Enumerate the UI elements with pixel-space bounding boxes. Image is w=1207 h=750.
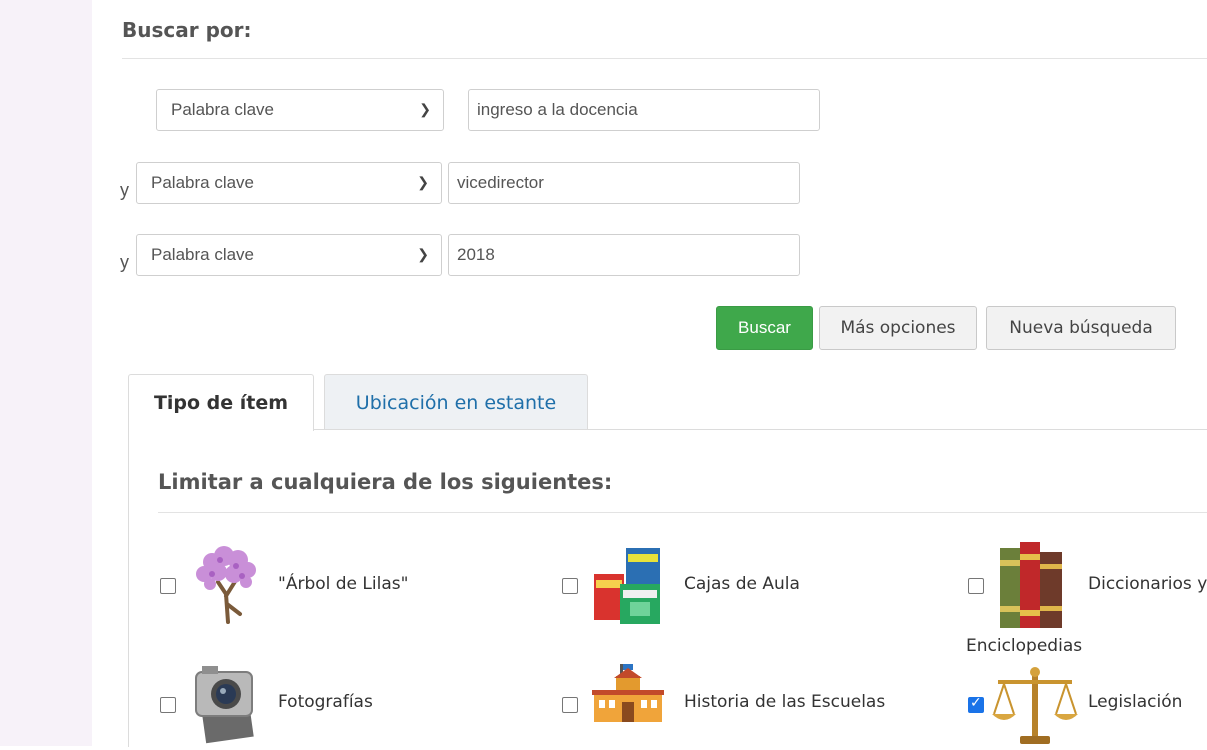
search-term-input-2-value: vicedirector — [457, 173, 544, 192]
search-field-select-1-value: Palabra clave — [171, 100, 275, 119]
search-field-select-2-value: Palabra clave — [151, 173, 255, 192]
search-term-input-1[interactable]: ingreso a la docencia — [468, 89, 820, 131]
search-field-select-3-value: Palabra clave — [151, 245, 255, 264]
search-by-heading: Buscar por: — [122, 18, 252, 42]
search-term-input-1-value: ingreso a la docencia — [477, 100, 638, 119]
scales-icon — [990, 664, 1080, 750]
item-type-label-dictionaries-line2: Enciclopedias — [966, 636, 1083, 656]
limit-divider — [158, 512, 1207, 513]
school-building-icon — [590, 662, 666, 730]
search-term-input-2[interactable]: vicedirector — [448, 162, 800, 204]
item-type-checkbox-classroom-boxes[interactable] — [562, 578, 578, 594]
lilac-tree-icon — [192, 544, 262, 628]
boolean-operator-label-3: y — [120, 252, 129, 272]
new-search-button[interactable]: Nueva búsqueda — [986, 306, 1176, 350]
search-field-select-3[interactable]: Palabra clave ❯ — [136, 234, 442, 276]
limit-title: Limitar a cualquiera de los siguientes: — [158, 470, 613, 494]
item-type-label-legislation: Legislación — [1088, 692, 1183, 712]
item-type-label-dictionaries: Diccionarios y — [1088, 574, 1207, 594]
search-button[interactable]: Buscar — [716, 306, 813, 350]
advanced-search-form: Buscar por: Palabra clave ❯ ingreso a la… — [92, 0, 1207, 748]
item-type-checkbox-school-history[interactable] — [562, 697, 578, 713]
item-type-checkbox-legislation[interactable] — [968, 695, 984, 713]
search-field-select-1[interactable]: Palabra clave ❯ — [156, 89, 444, 131]
tab-shelf-location[interactable]: Ubicación en estante — [324, 374, 588, 430]
search-term-input-3-value: 2018 — [457, 245, 495, 264]
search-field-select-2[interactable]: Palabra clave ❯ — [136, 162, 442, 204]
item-type-label-lilac: "Árbol de Lilas" — [278, 574, 409, 594]
search-term-input-3[interactable]: 2018 — [448, 234, 800, 276]
books-icon — [996, 540, 1068, 634]
classroom-boxes-icon — [592, 544, 668, 630]
left-sidebar-gutter — [0, 0, 92, 746]
item-type-label-photos: Fotografías — [278, 692, 373, 712]
more-options-button[interactable]: Más opciones — [819, 306, 977, 350]
item-type-checkbox-lilac[interactable] — [160, 578, 176, 594]
chevron-down-icon: ❯ — [419, 101, 431, 117]
item-type-checkbox-dictionaries[interactable] — [968, 578, 984, 594]
chevron-down-icon: ❯ — [417, 246, 429, 262]
camera-icon — [190, 664, 260, 748]
heading-divider — [122, 58, 1207, 59]
item-type-label-classroom-boxes: Cajas de Aula — [684, 574, 800, 594]
item-type-label-school-history: Historia de las Escuelas — [684, 692, 886, 712]
item-type-checkbox-photos[interactable] — [160, 697, 176, 713]
boolean-operator-label-2: y — [120, 180, 129, 200]
chevron-down-icon: ❯ — [417, 174, 429, 190]
tab-item-type[interactable]: Tipo de ítem — [128, 374, 314, 431]
